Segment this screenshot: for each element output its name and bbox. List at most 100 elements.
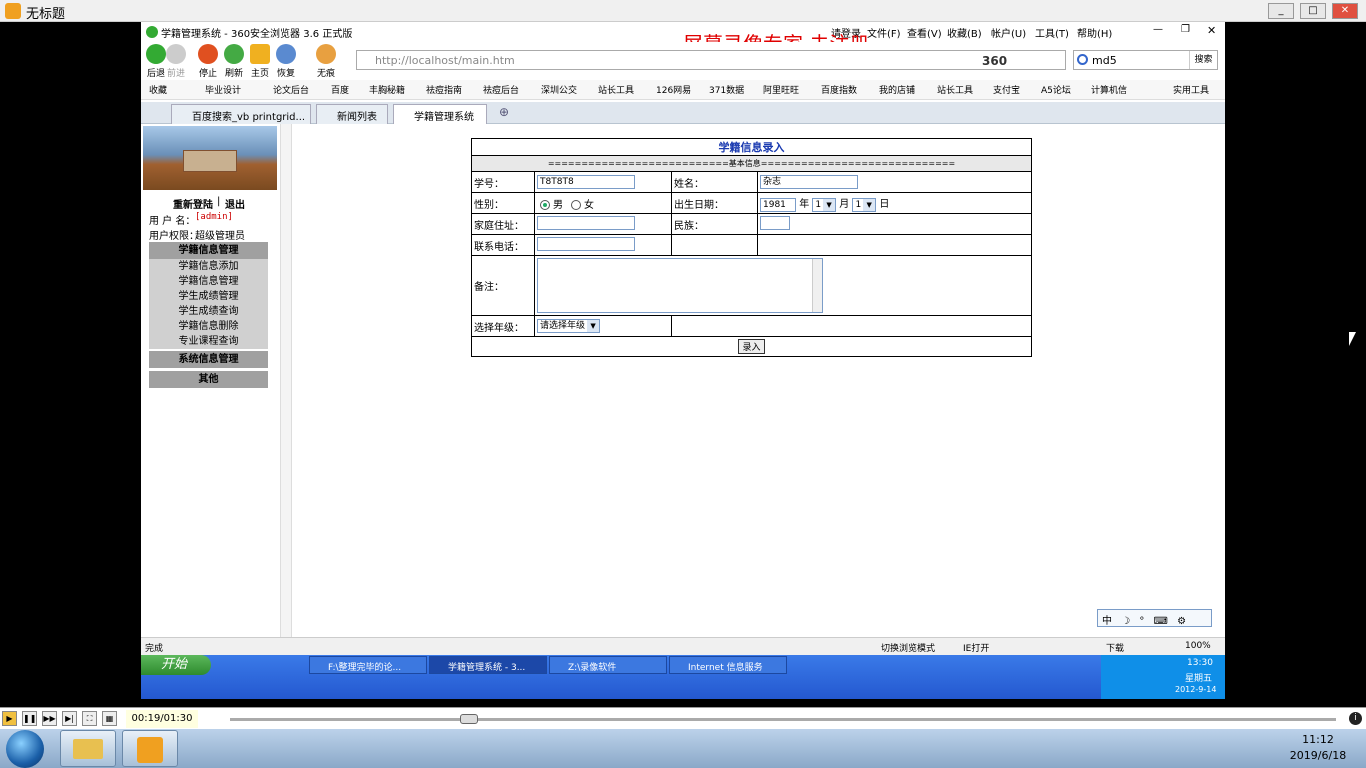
ethnic-input[interactable]: [760, 215, 790, 230]
ie-open-button[interactable]: IE打开: [963, 641, 989, 654]
address-bar[interactable]: http://localhost/main.htm 360: [356, 50, 1066, 70]
seek-handle[interactable]: [460, 714, 478, 724]
fav-item[interactable]: 百度: [331, 83, 349, 96]
browser-maximize-button[interactable]: ❐: [1181, 24, 1190, 35]
play-icon[interactable]: ▶: [2, 711, 17, 726]
task-browser[interactable]: 学籍管理系统 - 3...: [429, 656, 547, 674]
fav-item[interactable]: 支付宝: [993, 83, 1020, 96]
fav-item[interactable]: 计算机信: [1091, 83, 1127, 96]
task-iis[interactable]: Internet 信息服务: [669, 656, 787, 674]
fav-item[interactable]: 371数据: [709, 83, 744, 96]
nav-query-courses[interactable]: 专业课程查询: [149, 334, 268, 349]
fav-item[interactable]: 126网易: [656, 83, 691, 96]
student-id-input[interactable]: T8T8T8: [537, 175, 635, 189]
logout-link[interactable]: 退出: [225, 196, 245, 211]
menu-help[interactable]: 帮助(H): [1077, 25, 1112, 40]
explorer-taskbar-icon[interactable]: [60, 730, 116, 767]
birth-day-select[interactable]: 1 ▼: [852, 197, 877, 212]
fav-item[interactable]: 毕业设计: [205, 83, 241, 96]
settings-icon[interactable]: ▦: [102, 711, 117, 726]
zoom-level[interactable]: 100%: [1185, 641, 1211, 651]
menu-account[interactable]: 帐户(U): [991, 25, 1026, 40]
windows-start-orb-icon[interactable]: [6, 730, 44, 768]
fullscreen-icon[interactable]: ⛶: [82, 711, 97, 726]
submit-button[interactable]: 录入: [738, 339, 765, 354]
birth-month-value: 1: [815, 199, 822, 210]
fav-item[interactable]: 阿里旺旺: [763, 83, 799, 96]
fav-item[interactable]: 祛痘指南: [426, 83, 462, 96]
forward-button[interactable]: 前进: [161, 44, 191, 79]
browser-minimize-button[interactable]: —: [1153, 24, 1163, 35]
chevron-down-icon: ▼: [587, 320, 600, 332]
task-folder[interactable]: F:\整理完毕的论...: [309, 656, 427, 674]
male-radio[interactable]: [540, 199, 550, 210]
practical-tools-menu[interactable]: 实用工具: [1173, 83, 1209, 96]
birth-year-input[interactable]: 1981: [760, 197, 796, 212]
separator: |: [217, 196, 221, 207]
fav-item[interactable]: A5论坛: [1041, 83, 1071, 96]
nav-add-student[interactable]: 学籍信息添加: [149, 259, 268, 274]
search-box[interactable]: md5 搜索: [1073, 50, 1218, 70]
fav-item[interactable]: 祛痘后台: [483, 83, 519, 96]
fast-forward-icon[interactable]: ▶▶: [42, 711, 57, 726]
fav-item[interactable]: 我的店铺: [879, 83, 915, 96]
phone-input[interactable]: [537, 236, 635, 251]
menu-view[interactable]: 查看(V): [907, 25, 942, 40]
fav-item[interactable]: 深圳公交: [541, 83, 577, 96]
search-input[interactable]: md5: [1092, 54, 1117, 67]
name-input[interactable]: 杂志: [760, 175, 858, 189]
nav-manage-student[interactable]: 学籍信息管理: [149, 274, 268, 289]
remark-textarea[interactable]: [537, 258, 823, 313]
nav-manage-grades[interactable]: 学生成绩管理: [149, 289, 268, 304]
female-radio[interactable]: [571, 199, 581, 210]
clock-time: 11:12: [1302, 733, 1334, 746]
relogin-link[interactable]: 重新登陆: [173, 196, 213, 211]
seek-bar[interactable]: [230, 718, 1336, 721]
section-other[interactable]: 其他: [149, 371, 268, 388]
fav-item[interactable]: 丰胸秘籍: [369, 83, 405, 96]
switch-mode-button[interactable]: 切换浏览模式: [881, 641, 935, 654]
gender-label: 性别：: [471, 192, 535, 214]
pause-icon[interactable]: ❚❚: [22, 711, 37, 726]
incognito-button[interactable]: 无痕: [311, 44, 341, 79]
tab-baidu[interactable]: 百度搜索_vb printgrid...: [171, 104, 311, 124]
textarea-scrollbar[interactable]: [812, 259, 822, 312]
nav-delete-student[interactable]: 学籍信息删除: [149, 319, 268, 334]
ime-toolbar[interactable]: 中 ☽ ° ⌨ ⚙: [1097, 609, 1212, 627]
section-system-info[interactable]: 系统信息管理: [149, 351, 268, 368]
info-icon[interactable]: i: [1349, 712, 1362, 725]
download-button[interactable]: 下载: [1106, 641, 1124, 654]
address-input[interactable]: [537, 215, 635, 230]
fav-item[interactable]: 站长工具: [598, 83, 634, 96]
browser-close-button[interactable]: ✕: [1207, 24, 1216, 37]
system-clock[interactable]: 11:12 2019/6/18: [1278, 732, 1358, 764]
birth-month-select[interactable]: 1 ▼: [812, 197, 837, 212]
grade-select[interactable]: 请选择年级 ▼: [537, 319, 601, 333]
close-button[interactable]: ✕: [1332, 3, 1358, 19]
fav-item[interactable]: 百度指数: [821, 83, 857, 96]
tab-student-system[interactable]: 学籍管理系统: [393, 104, 487, 124]
tab-news[interactable]: 新闻列表: [316, 104, 388, 124]
fav-item[interactable]: 站长工具: [937, 83, 973, 96]
task-recorder[interactable]: Z:\录像软件: [549, 656, 667, 674]
recorder-taskbar-icon[interactable]: [122, 730, 178, 767]
menu-tools[interactable]: 工具(T): [1035, 25, 1069, 40]
step-icon[interactable]: ▶|: [62, 711, 77, 726]
player-title-bar: 无标题 _ □ ✕: [0, 0, 1366, 22]
menu-favorites[interactable]: 收藏(B): [947, 25, 982, 40]
ethnic-label: 民族：: [671, 213, 758, 235]
menu-file[interactable]: 文件(F): [867, 25, 901, 40]
nav-query-grades[interactable]: 学生成绩查询: [149, 304, 268, 319]
browser-title: 学籍管理系统 - 360安全浏览器 3.6 正式版: [161, 29, 353, 40]
frame-scrollbar[interactable]: [280, 124, 292, 637]
start-button[interactable]: 开始: [141, 655, 211, 675]
restore-button[interactable]: 恢复: [271, 44, 301, 79]
maximize-button[interactable]: □: [1300, 3, 1326, 19]
search-button[interactable]: 搜索: [1189, 51, 1217, 69]
favorites-menu[interactable]: 收藏: [149, 83, 167, 96]
page-content: 重新登陆 | 退出 用 户 名： [admin] 用户权限： 超级管理员 学籍信…: [141, 124, 1225, 637]
section-student-info[interactable]: 学籍信息管理: [149, 242, 268, 259]
minimize-button[interactable]: _: [1268, 3, 1294, 19]
fav-item[interactable]: 论文后台: [273, 83, 309, 96]
new-tab-button[interactable]: ⊕: [499, 105, 509, 119]
